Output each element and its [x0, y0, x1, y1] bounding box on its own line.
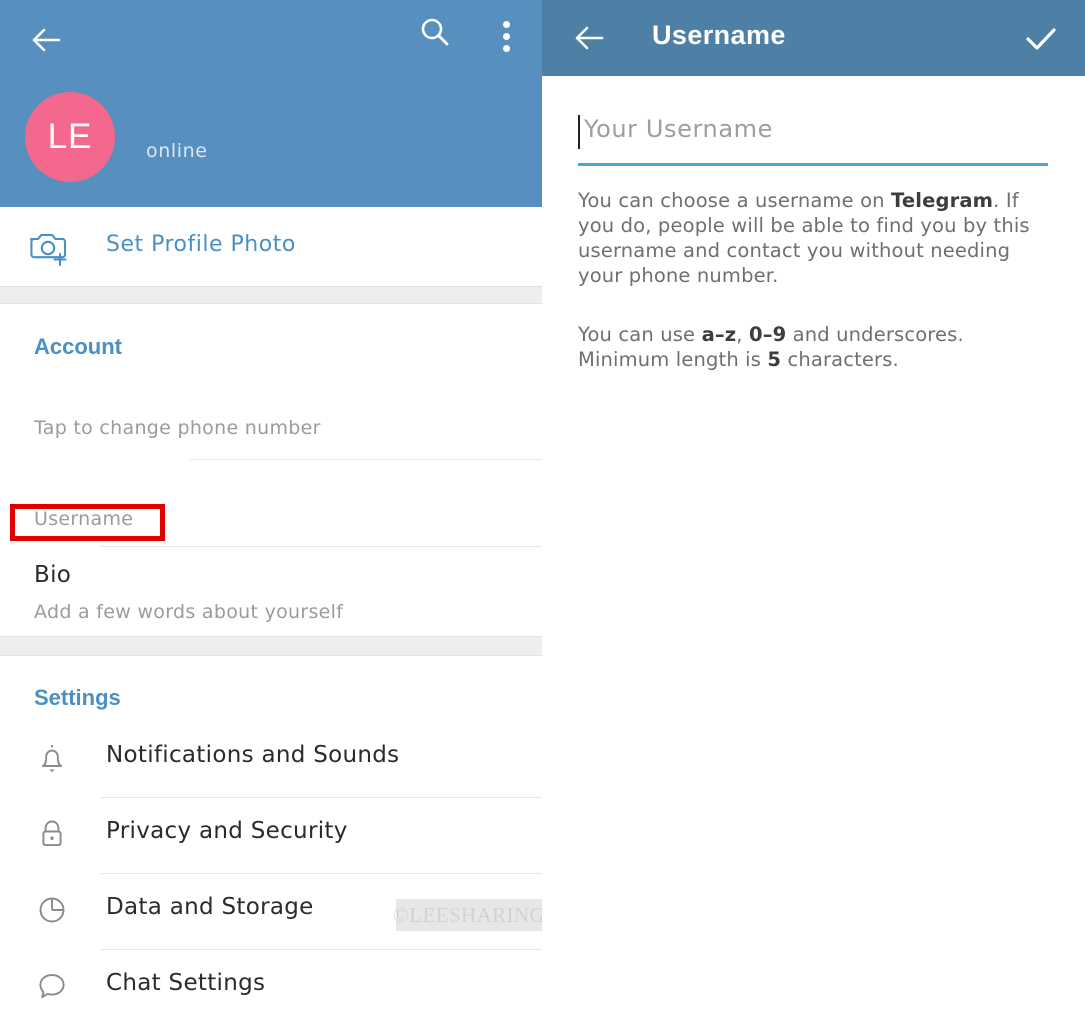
online-status: online	[146, 140, 208, 162]
lock-icon	[33, 815, 71, 853]
help-text-part: You can use	[578, 323, 702, 346]
bio-row[interactable]: Bio Add a few words about yourself	[0, 556, 542, 634]
input-underline	[578, 163, 1048, 166]
username-input[interactable]: Your Username	[578, 112, 1048, 162]
settings-item-label: Chat Settings	[106, 970, 266, 996]
username-help-paragraph-2: You can use a–z, 0–9 and underscores. Mi…	[578, 322, 1048, 372]
phone-number-hint: Tap to change phone number	[34, 417, 321, 439]
help-text-part: You can choose a username on	[578, 189, 892, 212]
settings-item-notifications[interactable]: Notifications and Sounds	[0, 722, 542, 798]
set-profile-photo-label: Set Profile Photo	[106, 232, 296, 257]
bio-title: Bio	[34, 562, 72, 588]
settings-item-label: Data and Storage	[106, 894, 314, 920]
page-title: Username	[652, 20, 786, 50]
check-icon[interactable]	[1020, 18, 1062, 60]
row-divider	[100, 546, 542, 547]
brand-name: Telegram	[891, 189, 994, 212]
avatar[interactable]: LE	[25, 92, 115, 182]
avatar-initials: LE	[47, 117, 93, 156]
charset-digits: 0–9	[748, 323, 787, 346]
phone-number-row[interactable]: Tap to change phone number	[0, 400, 542, 460]
bio-hint: Add a few words about yourself	[34, 601, 344, 623]
account-section-title: Account	[34, 334, 122, 359]
username-row-label: Username	[34, 508, 134, 530]
pie-chart-icon	[33, 891, 71, 929]
charset-letters: a–z	[701, 323, 737, 346]
settings-list: Notifications and Sounds Privacy and Sec…	[0, 722, 542, 1011]
username-panel-header: Username	[542, 0, 1085, 76]
app-screenshot: LE online Set Profile Photo Account Tap …	[0, 0, 1085, 1011]
min-length-value: 5	[767, 348, 782, 371]
camera-add-icon	[27, 229, 72, 267]
row-divider	[190, 459, 542, 460]
section-separator	[0, 636, 542, 656]
username-input-placeholder: Your Username	[584, 115, 774, 143]
settings-item-privacy[interactable]: Privacy and Security	[0, 798, 542, 874]
username-row[interactable]: Username	[0, 495, 542, 545]
help-text-part: characters.	[781, 348, 899, 371]
settings-section-title: Settings	[34, 685, 121, 710]
settings-item-label: Privacy and Security	[106, 818, 348, 844]
watermark: ©LEESHARING	[393, 899, 542, 931]
search-icon[interactable]	[415, 13, 455, 53]
section-separator	[0, 286, 542, 304]
settings-item-label: Notifications and Sounds	[106, 742, 400, 768]
overflow-menu-icon[interactable]	[492, 13, 522, 57]
back-arrow-icon[interactable]	[26, 20, 66, 60]
settings-panel: LE online Set Profile Photo Account Tap …	[0, 0, 542, 1011]
bell-icon	[33, 739, 71, 777]
speech-bubble-icon	[33, 967, 71, 1005]
set-profile-photo-row[interactable]: Set Profile Photo	[0, 207, 542, 286]
menu-dot	[503, 21, 510, 28]
username-help-paragraph-1: You can choose a username on Telegram. I…	[578, 188, 1048, 288]
menu-dot	[503, 45, 510, 52]
menu-dot	[503, 33, 510, 40]
settings-item-chat-settings[interactable]: Chat Settings	[0, 950, 542, 1011]
back-arrow-icon[interactable]	[569, 18, 609, 58]
text-caret	[578, 115, 580, 149]
help-text-part: ,	[736, 323, 749, 346]
profile-header: LE online	[0, 0, 542, 207]
